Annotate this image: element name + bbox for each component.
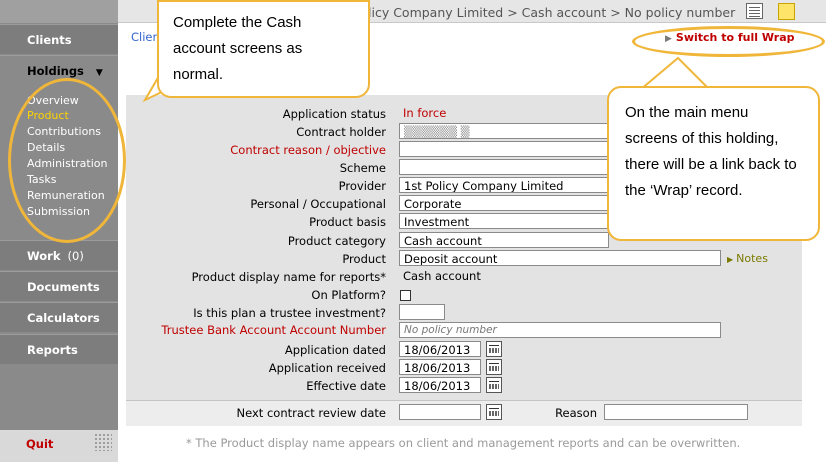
application-received-field[interactable]: 18/06/2013 — [399, 359, 481, 375]
effective-date-field[interactable]: 18/06/2013 — [399, 377, 481, 393]
sidebar-item-label: Holdings — [27, 64, 84, 78]
product-label: Product — [342, 252, 386, 266]
sticky-note-icon[interactable] — [778, 3, 795, 20]
scheme-label: Scheme — [339, 161, 386, 175]
trustee-bank-label: Trustee Bank Account Account Number — [161, 323, 386, 337]
breadcrumb: licy Company Limited > Cash account > No… — [368, 5, 736, 20]
play-arrow-icon: ▶ — [727, 255, 734, 264]
reason-label: Reason — [555, 406, 597, 420]
sidebar-item-clients[interactable]: Clients — [0, 24, 118, 54]
notes-link[interactable]: ▶ Notes — [727, 252, 768, 265]
application-dated-label: Application dated — [284, 343, 386, 357]
work-count-badge: (0) — [67, 249, 84, 263]
provider-label: Provider — [338, 179, 386, 193]
trustee-investment-field[interactable] — [399, 304, 445, 320]
callout-right: On the main menu screens of this holding… — [607, 86, 820, 241]
calendar-icon[interactable] — [746, 3, 763, 19]
sidebar-item-label: Reports — [27, 343, 78, 357]
chevron-down-icon[interactable]: ▼ — [96, 68, 103, 78]
product-basis-label: Product basis — [309, 215, 386, 229]
contract-reason-label: Contract reason / objective — [230, 143, 386, 157]
sidebar-highlight-ellipse — [8, 78, 126, 243]
product-category-label: Product category — [287, 234, 386, 248]
application-status-value: In force — [399, 105, 609, 121]
product-field[interactable]: Deposit account — [399, 250, 721, 266]
application-received-label: Application received — [268, 361, 386, 375]
calendar-icon[interactable] — [486, 377, 502, 393]
sidebar-item-label: Documents — [27, 280, 100, 294]
contract-holder-field[interactable]: ▒▒▒▒▒▒ ▒ — [399, 123, 609, 139]
sidebar-item-label: Work — [27, 249, 61, 263]
calendar-icon[interactable] — [486, 341, 502, 357]
sidebar-item-calculators[interactable]: Calculators — [0, 302, 118, 332]
quit-button[interactable]: Quit — [26, 437, 53, 451]
footer-note: * The Product display name appears on cl… — [186, 436, 741, 450]
display-name-label: Product display name for reports* — [191, 270, 386, 284]
contract-holder-label: Contract holder — [296, 125, 386, 139]
provider-field[interactable]: 1st Policy Company Limited — [399, 177, 609, 193]
trustee-bank-field[interactable]: No policy number — [399, 322, 721, 338]
calendar-icon[interactable] — [486, 359, 502, 375]
display-name-value: Cash account — [399, 268, 609, 284]
sidebar-top — [0, 0, 118, 23]
sidebar-item-label: Clients — [27, 33, 72, 47]
grip-icon[interactable] — [94, 433, 112, 451]
trustee-investment-label: Is this plan a trustee investment? — [193, 306, 386, 320]
sidebar-item-work[interactable]: Work (0) — [0, 240, 118, 270]
sidebar-item-reports[interactable]: Reports — [0, 334, 118, 364]
product-category-field[interactable]: Cash account — [399, 232, 609, 248]
on-platform-checkbox[interactable] — [400, 290, 411, 301]
callout-top: Complete the Cash account screens as nor… — [157, 0, 370, 98]
contract-reason-field[interactable] — [399, 141, 609, 157]
application-dated-field[interactable]: 18/06/2013 — [399, 341, 481, 357]
scheme-field[interactable] — [399, 159, 609, 175]
notes-link-label: Notes — [736, 252, 768, 265]
on-platform-label: On Platform? — [311, 288, 386, 302]
sidebar-item-documents[interactable]: Documents — [0, 271, 118, 301]
personal-occupational-field[interactable]: Corporate — [399, 195, 609, 211]
reason-field[interactable] — [604, 404, 748, 420]
switch-highlight-ellipse — [632, 26, 825, 57]
product-basis-field[interactable]: Investment — [399, 213, 609, 229]
effective-date-label: Effective date — [306, 379, 386, 393]
personal-occupational-label: Personal / Occupational — [250, 197, 386, 211]
sidebar-item-label: Calculators — [27, 311, 100, 325]
